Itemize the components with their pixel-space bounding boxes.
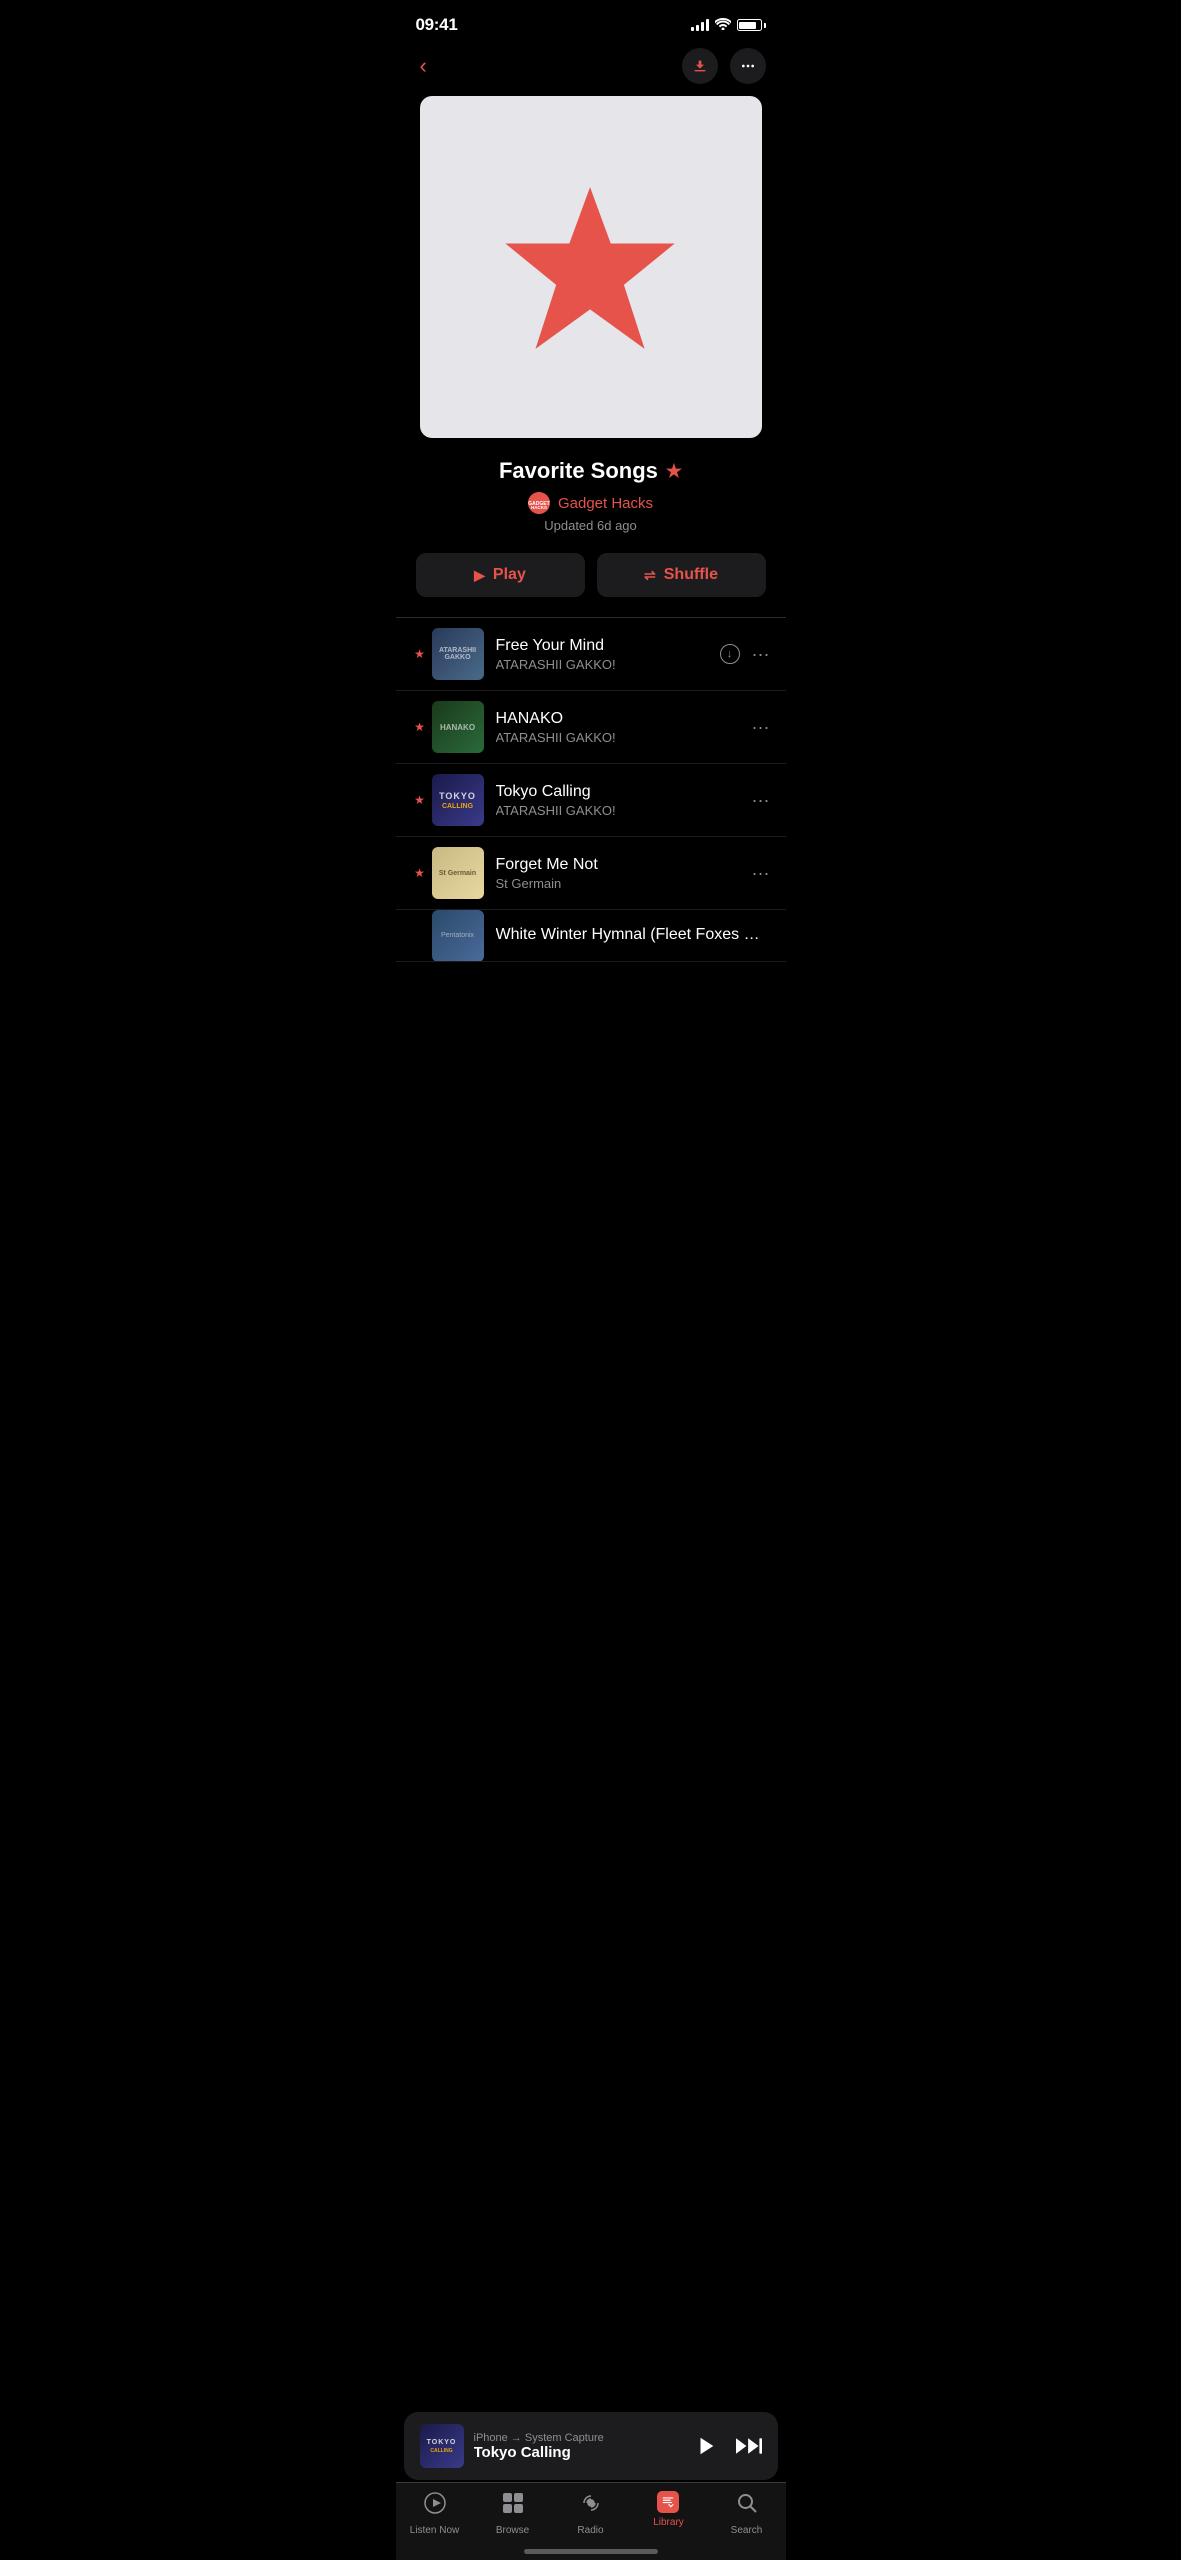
tab-browse[interactable]: Browse — [483, 2491, 543, 2536]
home-indicator — [524, 2549, 658, 2554]
wifi-icon — [715, 18, 731, 33]
mini-forward-button[interactable] — [736, 2435, 762, 2457]
play-label: Play — [493, 566, 526, 584]
song-artist-2: ATARASHII GAKKO! — [496, 730, 744, 745]
song-item[interactable]: ★ Pentatonix White Winter Hymnal (Fleet … — [396, 910, 786, 962]
song-item[interactable]: ★ HANAKO HANAKO ATARASHII GAKKO! ··· — [396, 691, 786, 764]
tab-browse-label: Browse — [496, 2525, 529, 2536]
song-artist-3: ATARASHII GAKKO! — [496, 803, 744, 818]
artwork-container — [396, 96, 786, 438]
action-buttons: ▶ Play ⇌ Shuffle — [396, 553, 786, 597]
song-item[interactable]: ★ St Germain Forget Me Not St Germain ··… — [396, 837, 786, 910]
tab-search[interactable]: Search — [717, 2491, 777, 2536]
song-more-button-3[interactable]: ··· — [752, 790, 770, 811]
song-actions-3: ··· — [752, 790, 770, 811]
mini-forward-icon — [736, 2435, 762, 2457]
author-avatar: GADGET HACKS — [528, 492, 550, 514]
song-thumb-1: ATARASHII GAKKO — [432, 628, 484, 680]
tab-radio-label: Radio — [577, 2525, 603, 2536]
song-more-button-2[interactable]: ··· — [752, 717, 770, 738]
song-thumb-2: HANAKO — [432, 701, 484, 753]
nav-bar: ‹ — [396, 44, 786, 96]
playlist-info: Favorite Songs ★ GADGET HACKS Gadget Hac… — [396, 458, 786, 533]
song-artist-4: St Germain — [496, 876, 744, 891]
song-actions-2: ··· — [752, 717, 770, 738]
song-artist-1: ATARASHII GAKKO! — [496, 657, 712, 672]
tab-library[interactable]: Library — [639, 2491, 699, 2536]
download-button[interactable] — [682, 48, 718, 84]
tab-listen-now[interactable]: Listen Now — [405, 2491, 465, 2536]
song-actions-1: ↓ ··· — [720, 644, 770, 665]
song-thumb-3: TOKYO CALLING — [432, 774, 484, 826]
more-button[interactable] — [730, 48, 766, 84]
status-time: 09:41 — [416, 15, 458, 35]
listen-now-icon — [423, 2491, 447, 2521]
song-item[interactable]: ★ TOKYO CALLING Tokyo Calling ATARASHII … — [396, 764, 786, 837]
song-star-2: ★ — [412, 720, 428, 734]
shuffle-icon: ⇌ — [644, 567, 656, 584]
back-button[interactable]: ‹ — [416, 49, 431, 83]
updated-text: Updated 6d ago — [420, 518, 762, 533]
song-info-2: HANAKO ATARASHII GAKKO! — [496, 710, 744, 745]
status-icons — [691, 18, 766, 33]
song-star-4: ★ — [412, 866, 428, 880]
song-info-5: White Winter Hymnal (Fleet Foxes Cover) — [496, 926, 770, 946]
song-title-3: Tokyo Calling — [496, 783, 744, 801]
song-thumb-4: St Germain — [432, 847, 484, 899]
nav-actions — [682, 48, 766, 84]
song-info-1: Free Your Mind ATARASHII GAKKO! — [496, 637, 712, 672]
tab-radio[interactable]: Radio — [561, 2491, 621, 2536]
mini-play-button[interactable] — [692, 2432, 720, 2460]
song-download-icon-1[interactable]: ↓ — [720, 644, 740, 664]
playlist-author[interactable]: GADGET HACKS Gadget Hacks — [420, 492, 762, 514]
more-icon — [740, 58, 756, 74]
mini-player-thumb: TOKYO CALLING — [420, 2424, 464, 2468]
song-title-2: HANAKO — [496, 710, 744, 728]
play-button[interactable]: ▶ Play — [416, 553, 585, 597]
download-icon — [692, 58, 708, 74]
song-more-button-1[interactable]: ··· — [752, 644, 770, 665]
song-list: ★ ATARASHII GAKKO Free Your Mind ATARASH… — [396, 617, 786, 962]
battery-icon — [737, 19, 766, 31]
play-icon: ▶ — [474, 567, 485, 584]
song-actions-4: ··· — [752, 863, 770, 884]
song-star-3: ★ — [412, 793, 428, 807]
tab-library-label: Library — [653, 2517, 684, 2528]
song-star-1: ★ — [412, 647, 428, 661]
svg-text:HACKS: HACKS — [531, 505, 547, 510]
shuffle-button[interactable]: ⇌ Shuffle — [597, 553, 766, 597]
song-more-button-4[interactable]: ··· — [752, 863, 770, 884]
tab-listen-now-label: Listen Now — [410, 2525, 459, 2536]
song-info-4: Forget Me Not St Germain — [496, 856, 744, 891]
playlist-title: Favorite Songs ★ — [420, 458, 762, 484]
mini-player[interactable]: TOKYO CALLING iPhone → System Capture To… — [404, 2412, 778, 2480]
mini-player-source: iPhone → System Capture — [474, 2432, 682, 2444]
song-star-5: ★ — [412, 929, 428, 943]
song-info-3: Tokyo Calling ATARASHII GAKKO! — [496, 783, 744, 818]
playlist-favorite-star: ★ — [666, 461, 682, 482]
tab-search-label: Search — [731, 2525, 763, 2536]
search-icon — [735, 2491, 759, 2521]
browse-icon — [501, 2491, 525, 2521]
shuffle-label: Shuffle — [664, 566, 718, 584]
song-title-1: Free Your Mind — [496, 637, 712, 655]
playlist-artwork — [420, 96, 762, 438]
author-name: Gadget Hacks — [558, 495, 653, 512]
mini-player-title: Tokyo Calling — [474, 2444, 682, 2461]
mini-player-controls — [692, 2432, 762, 2460]
status-bar: 09:41 — [396, 0, 786, 44]
library-icon — [657, 2491, 679, 2513]
song-title-4: Forget Me Not — [496, 856, 744, 874]
star-icon — [496, 173, 684, 361]
signal-icon — [691, 19, 709, 31]
radio-icon — [579, 2491, 603, 2521]
song-thumb-5: Pentatonix — [432, 910, 484, 962]
song-title-5: White Winter Hymnal (Fleet Foxes Cover) — [496, 926, 770, 944]
mini-play-icon — [695, 2435, 717, 2457]
playlist-title-text: Favorite Songs — [499, 458, 658, 484]
mini-player-info: iPhone → System Capture Tokyo Calling — [474, 2432, 682, 2461]
song-item[interactable]: ★ ATARASHII GAKKO Free Your Mind ATARASH… — [396, 618, 786, 691]
